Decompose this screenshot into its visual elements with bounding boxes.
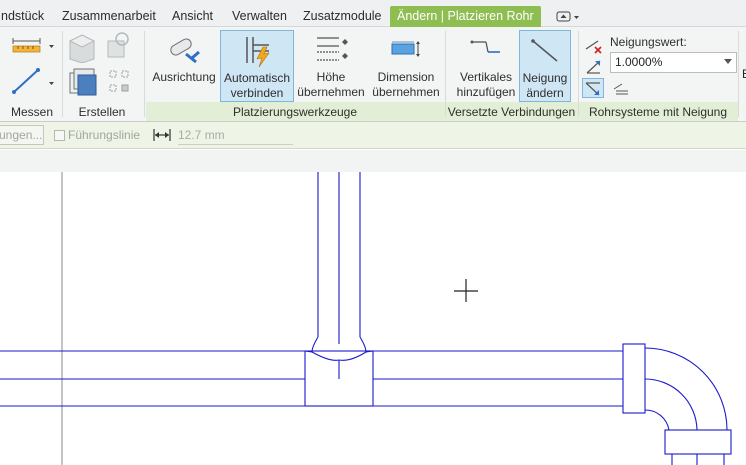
ribbon: Messen Erstellen Ausrichtung Automatisch… [0,27,746,122]
hoehe-uebernehmen-button[interactable]: Höhe übernehmen [296,30,366,102]
elbow-coupling [664,429,732,455]
measure-distance-button[interactable] [10,67,56,95]
ribbon-canvas-gap [0,150,746,172]
automatisch-verbinden-button[interactable]: Automatisch verbinden [220,30,294,102]
ausrichtung-button[interactable]: Ausrichtung [149,30,219,102]
tab-verwalten[interactable]: Verwalten [225,5,294,27]
tab-systems[interactable]: ndstück [0,5,51,27]
slope-annotation-icon [613,83,628,95]
offset-value-input[interactable]: 12.7 mm [178,125,293,145]
offset-arrow-icon [153,129,171,141]
auto-connect-icon [246,37,270,67]
pipe-drawing [0,172,732,465]
automatisch-label-1: Automatisch [223,71,291,85]
ribbon-overflow-edge: E [742,67,746,81]
panel-title-messen: Messen [10,105,54,119]
add-vertical-icon [470,40,500,53]
elbow-inner [644,409,670,431]
pipe-wrench-icon [170,38,200,64]
slope-down-button[interactable] [582,78,604,98]
panel-title-versetzte-verbindungen: Versetzte Verbindungen [447,105,576,119]
measure-tool-button[interactable] [10,37,56,57]
fuehrungslinie-checkbox[interactable] [54,130,65,141]
neigung-label-2: ändern [526,86,564,100]
ausrichtung-label: Ausrichtung [152,70,216,84]
change-slope-icon [531,39,558,62]
neigung-label-1: Neigung [522,71,568,85]
slope-value-label: Neigungswert: [610,35,687,49]
tab-display-icon [556,11,579,22]
panel-title-erstellen: Erstellen [78,105,126,119]
measure-line-icon [12,68,54,94]
neigung-aendern-button[interactable]: Neigung ändern [519,30,571,102]
elbow-outer [644,347,728,431]
create-parts-icon [69,68,129,96]
hoehe-label-2: übernehmen [297,85,365,99]
dimension-label-1: Dimension [377,70,435,84]
dimension-uebernehmen-button[interactable]: Dimension übernehmen [370,30,442,102]
tab-zusatzmodule[interactable]: Zusatzmodule [296,5,389,27]
create-similar-button[interactable] [66,31,138,64]
ribbon-tab-bar: ndstück Zusammenarbeit Ansicht Verwalten… [0,0,746,27]
panel-title-rohrsysteme: Rohrsysteme mit Neigung [588,105,728,119]
tab-aendern-platzieren-rohr[interactable]: Ändern | Platzieren Rohr [390,6,541,27]
tab-zusammenarbeit[interactable]: Zusammenarbeit [55,5,163,27]
dimension-label-2: übernehmen [372,85,440,99]
slope-down-icon [585,82,600,96]
slope-off-button[interactable] [584,35,606,55]
panel-separator [738,31,739,117]
automatisch-label-2: verbinden [230,86,284,100]
options-bar-button[interactable]: ungen... [0,125,44,145]
crosshair-cursor-icon [454,279,478,302]
panel-separator [144,31,145,117]
inherit-size-icon [391,41,420,57]
panel-separator [578,31,579,117]
inherit-elevation-icon [317,37,348,61]
create-components-icon [68,32,129,64]
no-slope-icon [585,40,602,54]
panel-title-platzierungswerkzeuge: Platzierungswerkzeuge [232,105,358,119]
measure-ruler-icon [12,38,54,53]
hoehe-label-1: Höhe [316,70,346,84]
vertikales-label-2: hinzufügen [456,85,516,99]
slope-value-dropdown[interactable]: 1.0000% [610,52,737,73]
tab-ansicht[interactable]: Ansicht [165,5,220,27]
chevron-down-icon [724,59,732,64]
slope-up-icon [586,60,601,74]
slope-value-text: 1.0000% [615,55,663,69]
drawing-canvas[interactable] [0,172,746,465]
fuehrungslinie-label: Führungslinie [68,128,141,142]
vertikales-label-1: Vertikales [459,70,513,84]
panel-separator [62,31,63,117]
elbow-center [644,378,698,431]
quick-access-dropdown[interactable] [552,10,584,24]
slope-up-button[interactable] [584,57,606,77]
vertikales-hinzufuegen-button[interactable]: Vertikales hinzufügen [453,30,519,102]
create-group-button[interactable] [66,67,138,99]
pipes [0,172,732,465]
options-bar: ungen... Führungslinie 12.7 mm [0,122,746,149]
coupling [622,343,646,414]
slope-annotation-button[interactable] [610,79,632,99]
